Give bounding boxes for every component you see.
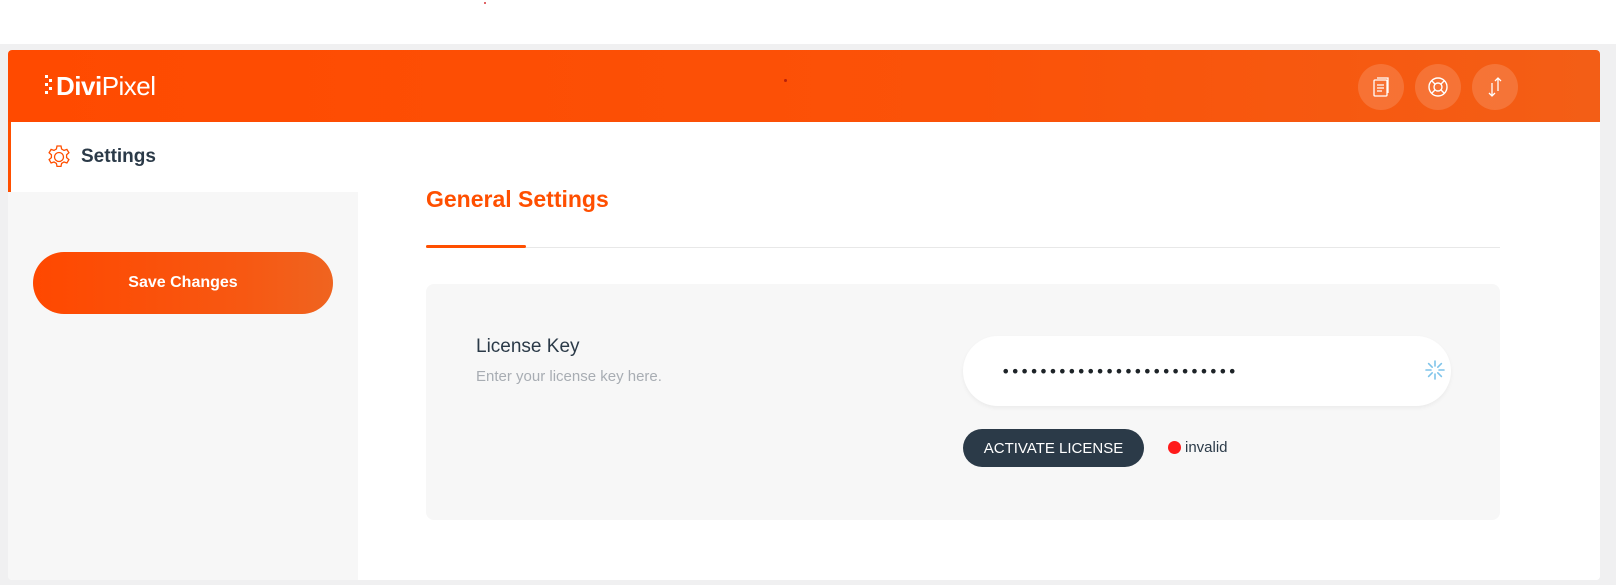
divipixel-logo: Divi Pixel (45, 69, 156, 103)
status-dot (1168, 441, 1181, 454)
plugin-panel: Divi Pixel Settings Save Changes General… (8, 50, 1600, 580)
license-card: License Key Enter your license key here.… (426, 284, 1500, 520)
activate-license-button[interactable]: ACTIVATE LICENSE (963, 429, 1144, 467)
status-text: invalid (1185, 439, 1228, 456)
marker-dot (784, 79, 787, 82)
logo-text-bold: Divi (56, 70, 102, 101)
loading-spinner-icon (1425, 360, 1445, 380)
top-strip (0, 0, 1616, 44)
lifebuoy-icon (1428, 77, 1448, 97)
documentation-button[interactable] (1358, 64, 1404, 110)
tab-settings-label: Settings (81, 146, 156, 167)
document-icon (1373, 77, 1389, 97)
title-divider (426, 247, 1500, 248)
logo-pixel-mark (45, 73, 55, 99)
section-title: General Settings (426, 186, 609, 212)
license-status: invalid (1168, 439, 1228, 456)
save-changes-button[interactable]: Save Changes (33, 252, 333, 314)
logo-text-light: Pixel (101, 70, 156, 101)
support-button[interactable] (1415, 64, 1461, 110)
license-key-label: License Key (476, 336, 580, 357)
marker-dot (484, 2, 486, 4)
title-underline (426, 245, 526, 248)
main-content: General Settings License Key Enter your … (358, 122, 1600, 580)
import-export-icon (1488, 77, 1502, 97)
sidebar: Settings Save Changes (8, 122, 358, 580)
app-header: Divi Pixel (8, 50, 1600, 122)
gear-icon (48, 145, 70, 168)
license-key-description: Enter your license key here. (476, 368, 662, 385)
license-key-input[interactable] (963, 336, 1451, 406)
import-export-button[interactable] (1472, 64, 1518, 110)
tab-settings[interactable]: Settings (8, 122, 358, 192)
